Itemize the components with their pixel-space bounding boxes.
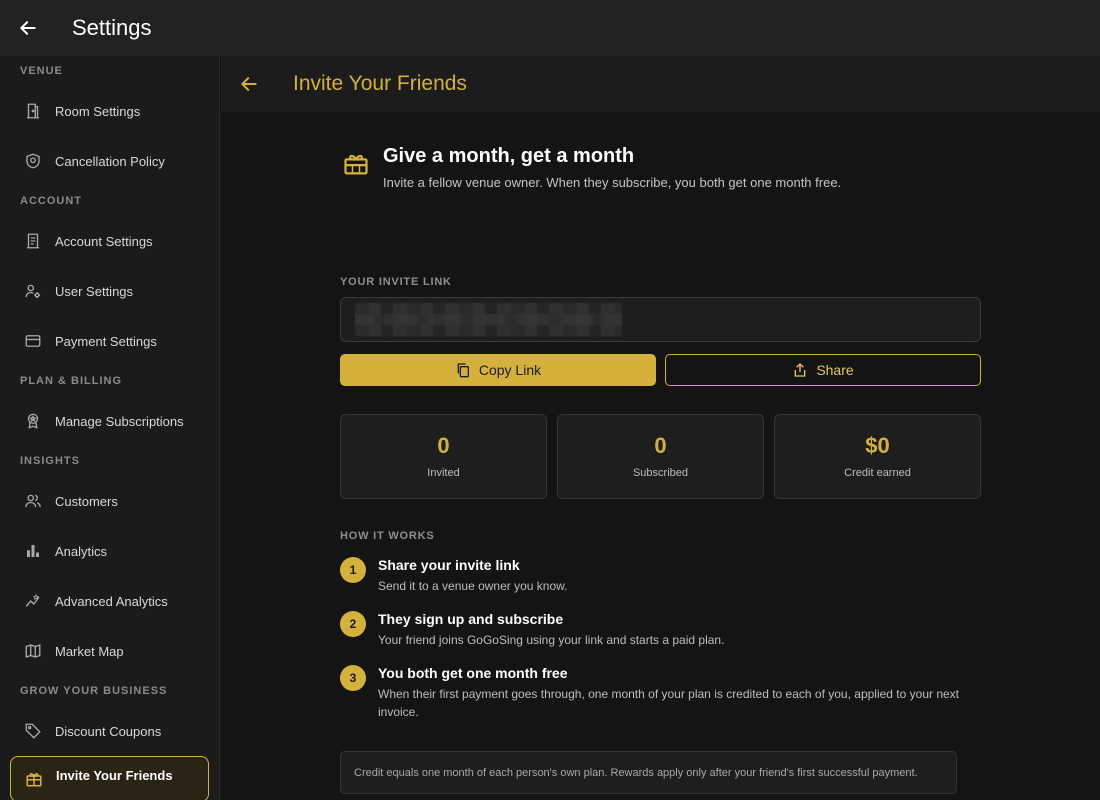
door-icon: [22, 100, 44, 122]
receipt-icon: [22, 230, 44, 252]
hero-subtitle: Invite a fellow venue owner. When they s…: [383, 175, 842, 190]
sidebar-item-user-settings[interactable]: User Settings: [0, 266, 219, 316]
sidebar-item-label: Room Settings: [55, 103, 141, 119]
stat-subscribed: 0 Subscribed: [557, 414, 764, 499]
sidebar-section-venue: VENUE: [20, 65, 63, 77]
step-1: 1 Share your invite link Send it to a ve…: [340, 556, 981, 595]
stat-caption: Subscribed: [632, 467, 689, 479]
step-title: They sign up and subscribe: [378, 611, 564, 627]
page-header: Invite Your Friends: [221, 56, 1100, 112]
arrow-left-icon: [20, 21, 36, 35]
sidebar-item-analytics[interactable]: Analytics: [0, 526, 219, 576]
redacted-link: [355, 303, 622, 336]
copy-link-label: Copy Link: [478, 362, 542, 378]
stat-value: $0: [865, 433, 890, 458]
arrow-left-icon: [241, 77, 257, 91]
step-number: 2: [340, 611, 366, 637]
sidebar-item-label: Advanced Analytics: [55, 593, 168, 609]
sidebar-section-grow-your-business: GROW YOUR BUSINESS: [20, 685, 168, 697]
sidebar-item-payment-settings[interactable]: Payment Settings: [0, 316, 219, 366]
sidebar-item-discount-coupons[interactable]: Discount Coupons: [0, 706, 219, 756]
map-icon: [22, 640, 44, 662]
stat-value: 0: [437, 433, 450, 458]
sidebar-item-label: Cancellation Policy: [55, 153, 165, 169]
copy-link-button[interactable]: Copy Link: [340, 354, 656, 386]
step-number: 1: [340, 557, 366, 583]
invite-link-field[interactable]: [340, 297, 981, 342]
sidebar-item-advanced-analytics[interactable]: Advanced Analytics: [0, 576, 219, 626]
shield-icon: [22, 150, 44, 172]
bar-chart-icon: [22, 540, 44, 562]
credit-note: Credit equals one month of each person's…: [340, 751, 957, 794]
sidebar-item-label: Analytics: [55, 543, 108, 559]
share-label: Share: [816, 362, 854, 378]
app-title: Settings: [72, 15, 152, 40]
sidebar-item-invite-your-friends[interactable]: Invite Your Friends: [10, 756, 209, 800]
sidebar: VENUE Room Settings Cancellation Policy …: [0, 56, 220, 800]
step-title: Share your invite link: [378, 557, 520, 573]
sidebar-item-label: Payment Settings: [55, 333, 157, 349]
sidebar-item-label: Manage Subscriptions: [55, 413, 184, 429]
step-description: Send it to a venue owner you know.: [378, 579, 568, 593]
hero-title: Give a month, get a month: [383, 145, 635, 167]
sidebar-item-cancellation-policy[interactable]: Cancellation Policy: [0, 136, 219, 186]
how-it-works-label: HOW IT WORKS: [340, 530, 435, 542]
sidebar-item-manage-subscriptions[interactable]: Manage Subscriptions: [0, 396, 219, 446]
credit-card-icon: [22, 330, 44, 352]
tag-icon: [22, 720, 44, 742]
sidebar-item-label: Invite Your Friends: [56, 768, 173, 783]
sidebar-item-customers[interactable]: Customers: [0, 476, 219, 526]
sidebar-item-account-settings[interactable]: Account Settings: [0, 216, 219, 266]
user-gear-icon: [22, 280, 44, 302]
app-bar: Settings: [0, 0, 1100, 56]
people-icon: [22, 490, 44, 512]
step-3: 3 You both get one month free When their…: [340, 664, 981, 721]
sidebar-item-label: Account Settings: [55, 233, 153, 249]
share-icon: [792, 362, 808, 378]
sidebar-section-account: ACCOUNT: [20, 195, 82, 207]
sidebar-item-label: Customers: [55, 493, 118, 509]
stat-invited: 0 Invited: [340, 414, 547, 499]
stat-value: 0: [654, 433, 667, 458]
sidebar-item-label: User Settings: [55, 283, 134, 299]
sidebar-item-label: Discount Coupons: [55, 723, 162, 739]
invite-hero: Give a month, get a month Invite a fello…: [340, 143, 981, 190]
copy-icon: [455, 362, 471, 378]
stat-caption: Credit earned: [844, 467, 911, 479]
sidebar-item-room-settings[interactable]: Room Settings: [0, 86, 219, 136]
sidebar-item-label: Market Map: [55, 643, 124, 659]
step-description: Your friend joins GoGoSing using your li…: [378, 633, 725, 647]
share-button[interactable]: Share: [665, 354, 981, 386]
invite-link-label: YOUR INVITE LINK: [340, 276, 452, 288]
badge-icon: [22, 410, 44, 432]
back-button[interactable]: [0, 0, 56, 56]
step-description: When their first payment goes through, o…: [378, 687, 960, 719]
sidebar-section-insights: INSIGHTS: [20, 455, 80, 467]
sidebar-item-market-map[interactable]: Market Map: [0, 626, 219, 676]
main-panel: Invite Your Friends Give a month, get a …: [221, 56, 1100, 800]
step-number: 3: [340, 665, 366, 691]
page-title: Invite Your Friends: [293, 72, 467, 95]
stat-credit-earned: $0 Credit earned: [774, 414, 981, 499]
stat-caption: Invited: [427, 467, 460, 479]
sidebar-section-plan-billing: PLAN & BILLING: [20, 375, 122, 387]
step-2: 2 They sign up and subscribe Your friend…: [340, 610, 981, 649]
gift-icon: [23, 768, 45, 790]
page-back-button[interactable]: [221, 56, 277, 112]
gift-icon: [342, 150, 372, 190]
step-title: You both get one month free: [378, 665, 568, 681]
trend-icon: [22, 590, 44, 612]
